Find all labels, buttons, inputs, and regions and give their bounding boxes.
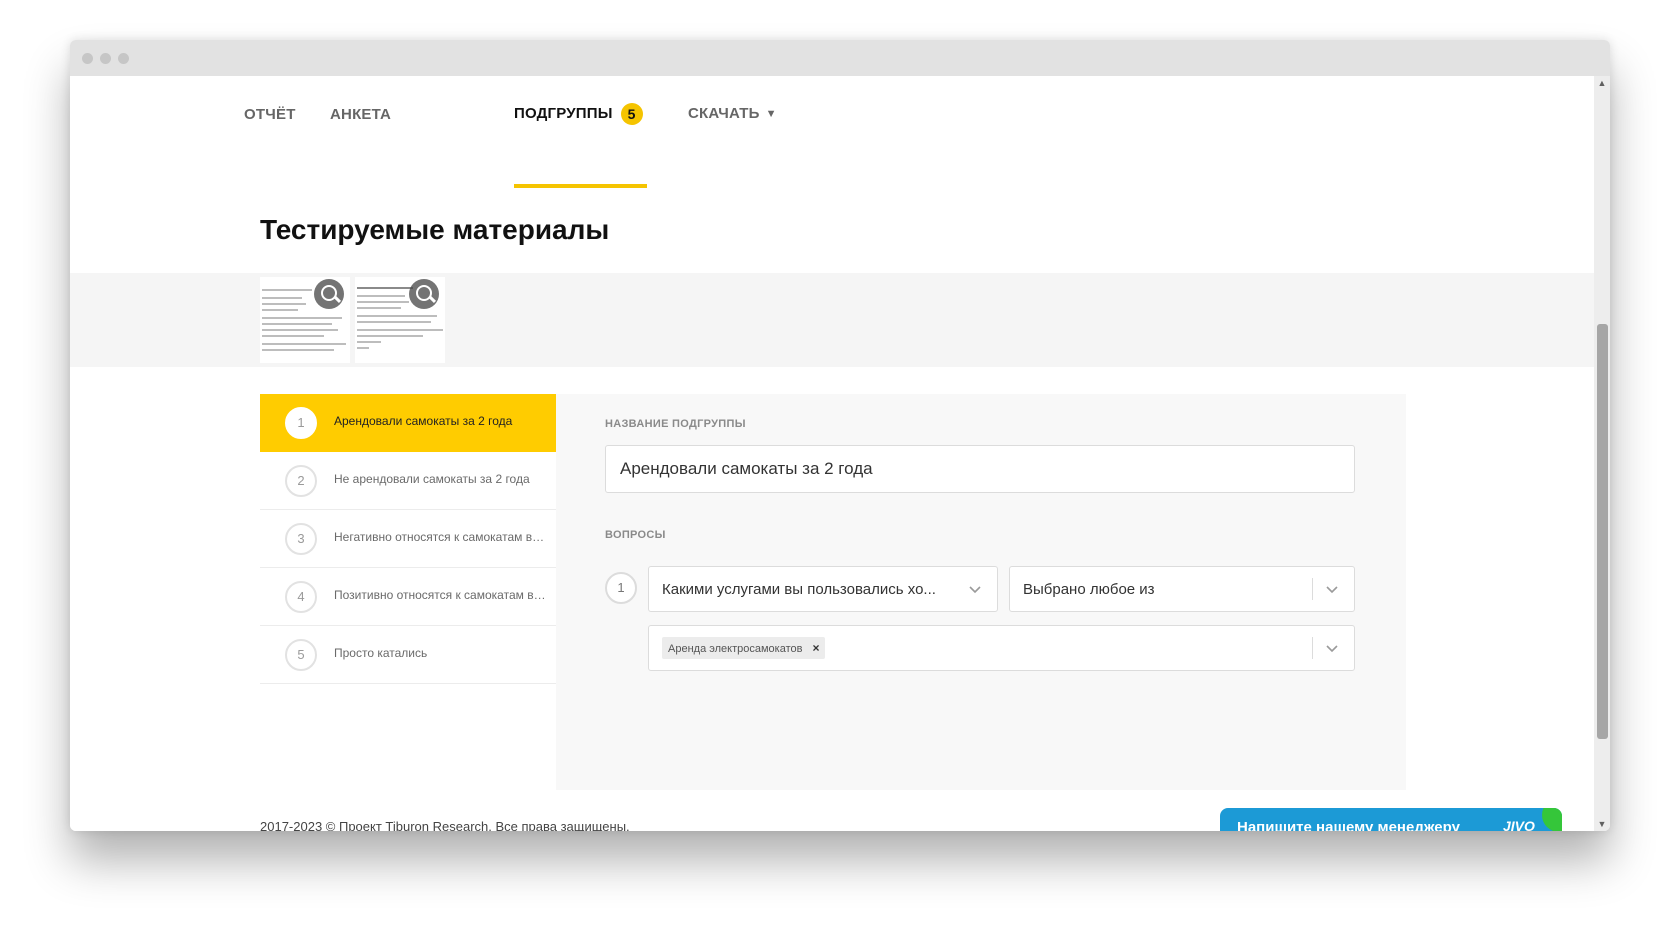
subgroup-editor-panel: НАЗВАНИЕ ПОДГРУППЫ ВОПРОСЫ 1 Какими услу… [556, 394, 1406, 790]
question-select[interactable]: Какими услугами вы пользовались хо... [648, 566, 998, 612]
question-select-value: Какими услугами вы пользовались хо... [662, 581, 936, 598]
page-content: ОТЧЁТ АНКЕТА ПОДГРУППЫ 5 СКАЧАТЬ ▼ Тестиру… [70, 76, 1594, 831]
scroll-down-arrow-icon[interactable]: ▼ [1594, 817, 1610, 831]
chat-widget-button[interactable]: Напишите нашему менеджеру JIVO [1220, 808, 1562, 831]
subgroup-number: 1 [285, 407, 317, 439]
window-maximize-dot[interactable] [118, 53, 129, 64]
question-number: 1 [605, 572, 637, 604]
chevron-down-icon [1326, 645, 1338, 653]
subgroup-label: Арендовали самокаты за 2 года [334, 414, 513, 428]
tab-report[interactable]: ОТЧЁТ [244, 106, 296, 123]
subgroup-item[interactable]: 5 Просто катались [260, 626, 556, 684]
subgroup-item[interactable]: 3 Негативно относятся к самокатам в г... [260, 510, 556, 568]
subgroup-label: Не арендовали самокаты за 2 года [334, 472, 530, 486]
chevron-down-icon [1326, 586, 1338, 594]
subgroup-label: Позитивно относятся к самокатам в ... [334, 588, 546, 602]
select-separator [1312, 578, 1313, 600]
condition-select-value: Выбрано любое из [1023, 581, 1155, 598]
chat-widget-label: Напишите нашему менеджеру [1237, 819, 1460, 831]
answer-multiselect[interactable]: Аренда электросамокатов × [648, 625, 1355, 671]
zoom-icon[interactable] [314, 279, 344, 309]
material-thumbnail[interactable] [260, 277, 350, 363]
subgroup-number: 3 [285, 523, 317, 555]
subgroup-item[interactable]: 1 Арендовали самокаты за 2 года [260, 394, 556, 452]
subgroup-list: 1 Арендовали самокаты за 2 года 2 Не аре… [260, 394, 556, 684]
zoom-icon[interactable] [409, 279, 439, 309]
chat-status-indicator [1542, 808, 1562, 831]
page-title: Тестируемые материалы [260, 214, 610, 245]
caret-down-icon: ▼ [765, 108, 777, 121]
subgroup-number: 2 [285, 465, 317, 497]
tab-subgroups-label: ПОДГРУППЫ [514, 104, 613, 122]
subgroup-name-label: НАЗВАНИЕ ПОДГРУППЫ [605, 418, 746, 430]
tab-download-label: СКАЧАТЬ [688, 105, 760, 122]
tab-report-label: ОТЧЁТ [244, 106, 296, 123]
scrollbar-thumb[interactable] [1597, 324, 1608, 739]
subgroup-number: 5 [285, 639, 317, 671]
tab-subgroups[interactable]: ПОДГРУППЫ 5 [514, 103, 643, 125]
browser-window: ОТЧЁТ АНКЕТА ПОДГРУППЫ 5 СКАЧАТЬ ▼ Тестиру… [70, 40, 1610, 831]
remove-tag-icon[interactable]: × [812, 637, 819, 659]
subgroups-count-badge: 5 [620, 103, 643, 125]
selected-answer-label: Аренда электросамокатов [668, 643, 803, 655]
footer-copyright: 2017-2023 © Проект Tiburon Research. Все… [260, 819, 630, 831]
subgroup-name-input[interactable] [605, 445, 1355, 493]
chevron-down-icon [969, 586, 981, 594]
subgroup-item[interactable]: 4 Позитивно относятся к самокатам в ... [260, 568, 556, 626]
scroll-up-arrow-icon[interactable]: ▲ [1594, 76, 1610, 90]
subgroup-label: Негативно относятся к самокатам в г... [334, 530, 546, 544]
subgroup-label: Просто катались [334, 646, 428, 660]
vertical-scrollbar[interactable]: ▲ ▼ [1594, 76, 1610, 831]
tab-questionnaire-label: АНКЕТА [330, 106, 392, 123]
window-titlebar [70, 40, 1610, 76]
window-minimize-dot[interactable] [100, 53, 111, 64]
select-separator [1312, 637, 1313, 659]
jivo-logo: JIVO [1503, 818, 1535, 831]
tab-questionnaire[interactable]: АНКЕТА [330, 106, 391, 123]
subgroup-item[interactable]: 2 Не арендовали самокаты за 2 года [260, 452, 556, 510]
condition-select[interactable]: Выбрано любое из [1009, 566, 1355, 612]
subgroup-number: 4 [285, 581, 317, 613]
material-thumbnail[interactable] [355, 277, 445, 363]
materials-strip [70, 273, 1594, 367]
questions-label: ВОПРОСЫ [605, 529, 666, 541]
active-tab-underline [514, 184, 647, 188]
selected-answer-tag: Аренда электросамокатов × [662, 637, 826, 659]
window-close-dot[interactable] [82, 53, 93, 64]
tab-download[interactable]: СКАЧАТЬ ▼ [688, 105, 777, 122]
